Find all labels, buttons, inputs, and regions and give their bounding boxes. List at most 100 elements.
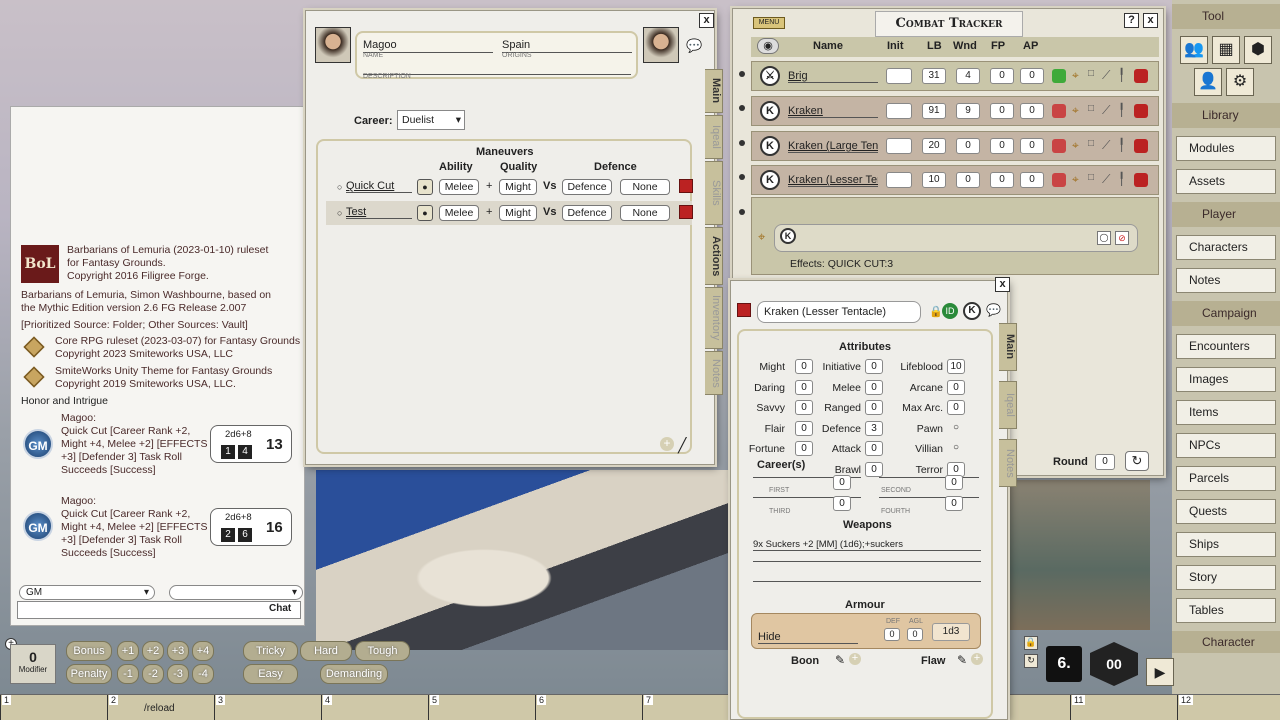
minus4-button[interactable]: -4 xyxy=(192,664,214,684)
effect-delete-icon[interactable]: ⊘ xyxy=(1115,231,1129,245)
hotkey-slot[interactable]: 3 xyxy=(214,695,321,720)
lock-icon[interactable]: 🔒 xyxy=(1024,636,1038,650)
sidebar-item-quests[interactable]: Quests xyxy=(1176,499,1276,524)
delete-icon[interactable] xyxy=(1134,173,1148,187)
tricky-button[interactable]: Tricky xyxy=(243,641,298,661)
add-icon[interactable]: + xyxy=(849,653,861,665)
npc-type-icon[interactable] xyxy=(737,303,751,317)
speech-bubble-icon[interactable]: 💬 xyxy=(986,303,1001,317)
init-value[interactable] xyxy=(886,68,912,84)
speech-bubble-icon[interactable]: 💬 xyxy=(686,38,702,54)
attribute-value[interactable]: 0 xyxy=(865,359,883,374)
modifier-value[interactable]: None xyxy=(620,179,670,195)
sidebar-item-tables[interactable]: Tables xyxy=(1176,598,1276,623)
bonus-button[interactable]: Bonus xyxy=(66,641,112,661)
identify-icon[interactable]: ID xyxy=(942,303,958,319)
add-icon[interactable]: + xyxy=(971,653,983,665)
weapon-entry[interactable] xyxy=(753,581,981,582)
combatant-token[interactable]: K xyxy=(760,170,780,190)
sidebar-item-items[interactable]: Items xyxy=(1176,400,1276,425)
edit-icon[interactable]: ✎ xyxy=(835,653,845,667)
ap-value[interactable]: 0 xyxy=(1020,68,1044,84)
sidebar-header-campaign[interactable]: Campaign xyxy=(1172,301,1280,326)
sword-icon[interactable]: ⟋ xyxy=(1102,138,1110,153)
delete-icon[interactable] xyxy=(679,205,693,219)
target-icon[interactable]: ⌖ xyxy=(1072,103,1079,118)
attribute-value[interactable]: 3 xyxy=(865,420,883,436)
attribute-toggle[interactable]: ○ xyxy=(947,441,965,456)
career-select[interactable]: Duelist ▾ xyxy=(397,110,465,130)
gear-icon[interactable]: ⚙ xyxy=(1226,68,1254,96)
tab-main[interactable]: Main xyxy=(705,69,723,113)
sidebar-header-character[interactable]: Character xyxy=(1172,631,1280,653)
init-value[interactable] xyxy=(886,172,912,188)
minus1-button[interactable]: -1 xyxy=(117,664,139,684)
eye-icon[interactable]: ◉ xyxy=(757,38,779,54)
friend-foe-icon[interactable] xyxy=(1052,69,1066,83)
armour-name[interactable]: Hide xyxy=(758,631,858,644)
edit-icon[interactable]: ╱ xyxy=(678,437,686,454)
hotkey-slot[interactable]: 2/reload xyxy=(107,695,214,720)
chat-input[interactable] xyxy=(17,601,301,619)
pin-icon[interactable]: ╿ xyxy=(1118,172,1125,186)
sidebar-item-images[interactable]: Images xyxy=(1176,367,1276,392)
combatant-name[interactable]: Brig xyxy=(788,70,878,83)
ap-value[interactable]: 0 xyxy=(1020,138,1044,154)
npc-token[interactable]: K xyxy=(963,302,981,320)
sidebar-item-npcs[interactable]: NPCs xyxy=(1176,433,1276,458)
maneuver-name[interactable]: Test xyxy=(346,206,412,219)
wnd-value[interactable]: 4 xyxy=(956,68,980,84)
delete-icon[interactable] xyxy=(1134,69,1148,83)
active-dot[interactable] xyxy=(739,140,745,146)
lb-value[interactable]: 31 xyxy=(922,68,946,84)
defence-value[interactable]: Defence xyxy=(562,179,612,195)
attribute-value[interactable]: 0 xyxy=(947,379,965,395)
fp-value[interactable]: 0 xyxy=(990,172,1014,188)
portrait-image[interactable] xyxy=(315,27,351,63)
armour-die[interactable]: 1d3 xyxy=(932,623,970,641)
hotkey-slot[interactable]: 6 xyxy=(535,695,642,720)
speaker-select[interactable]: GM ▾ xyxy=(19,585,155,600)
lb-value[interactable]: 91 xyxy=(922,103,946,119)
wnd-value[interactable]: 9 xyxy=(956,103,980,119)
attribute-value[interactable]: 0 xyxy=(865,400,883,415)
career-rank[interactable]: 0 xyxy=(945,475,963,490)
party-icon[interactable]: 👥 xyxy=(1180,36,1208,64)
combatant-token[interactable]: ⚔ xyxy=(760,66,780,86)
dice-result[interactable]: 2d6+8 26 16 xyxy=(210,508,292,546)
edit-icon[interactable]: ✎ xyxy=(957,653,967,667)
pin-icon[interactable]: ╿ xyxy=(1118,103,1125,117)
attribute-value[interactable]: 0 xyxy=(865,379,883,395)
add-icon[interactable]: + xyxy=(660,437,674,451)
play-icon[interactable]: ▶ xyxy=(1146,658,1174,686)
attribute-value[interactable]: 10 xyxy=(947,359,965,374)
tab-skills[interactable]: Skills xyxy=(705,161,723,225)
close-icon[interactable]: x xyxy=(1143,13,1158,28)
name-field[interactable]: Magoo xyxy=(363,39,493,53)
hotkey-slot[interactable]: 11 xyxy=(1070,695,1177,720)
round-value[interactable]: 0 xyxy=(1095,454,1115,470)
effects-icon[interactable]: □ xyxy=(1088,172,1094,183)
plus3-button[interactable]: +3 xyxy=(167,641,189,661)
roll-icon[interactable]: ● xyxy=(417,179,433,195)
sword-icon[interactable]: ⟋ xyxy=(1102,103,1110,118)
lb-value[interactable]: 10 xyxy=(922,172,946,188)
sidebar-item-characters[interactable]: Characters xyxy=(1176,235,1276,260)
minus3-button[interactable]: -3 xyxy=(167,664,189,684)
minus2-button[interactable]: -2 xyxy=(142,664,164,684)
target-icon[interactable]: ⌖ xyxy=(1072,138,1079,153)
radio-icon[interactable]: ○ xyxy=(337,208,342,218)
agl-value[interactable]: 0 xyxy=(907,628,923,641)
user-icon[interactable]: 👤 xyxy=(1194,68,1222,96)
weapon-entry[interactable] xyxy=(753,561,981,562)
attribute-toggle[interactable]: ○ xyxy=(947,421,965,436)
hotkey-slot[interactable]: 5 xyxy=(428,695,535,720)
maneuver-row[interactable]: ○ Test ● Melee + Might Vs Defence None xyxy=(326,201,693,225)
help-icon[interactable]: ? xyxy=(1124,13,1139,28)
weapon-entry[interactable]: 9x Suckers +2 [MM] (1d6);+suckers xyxy=(753,539,981,551)
penalty-button[interactable]: Penalty xyxy=(66,664,112,684)
ct-row[interactable]: K Kraken (Lesser Tent 10 0 0 0 ⌖ □ ⟋ ╿ xyxy=(751,165,1159,195)
friend-foe-icon[interactable] xyxy=(1052,139,1066,153)
active-dot[interactable] xyxy=(739,209,745,215)
hard-button[interactable]: Hard xyxy=(300,641,352,661)
